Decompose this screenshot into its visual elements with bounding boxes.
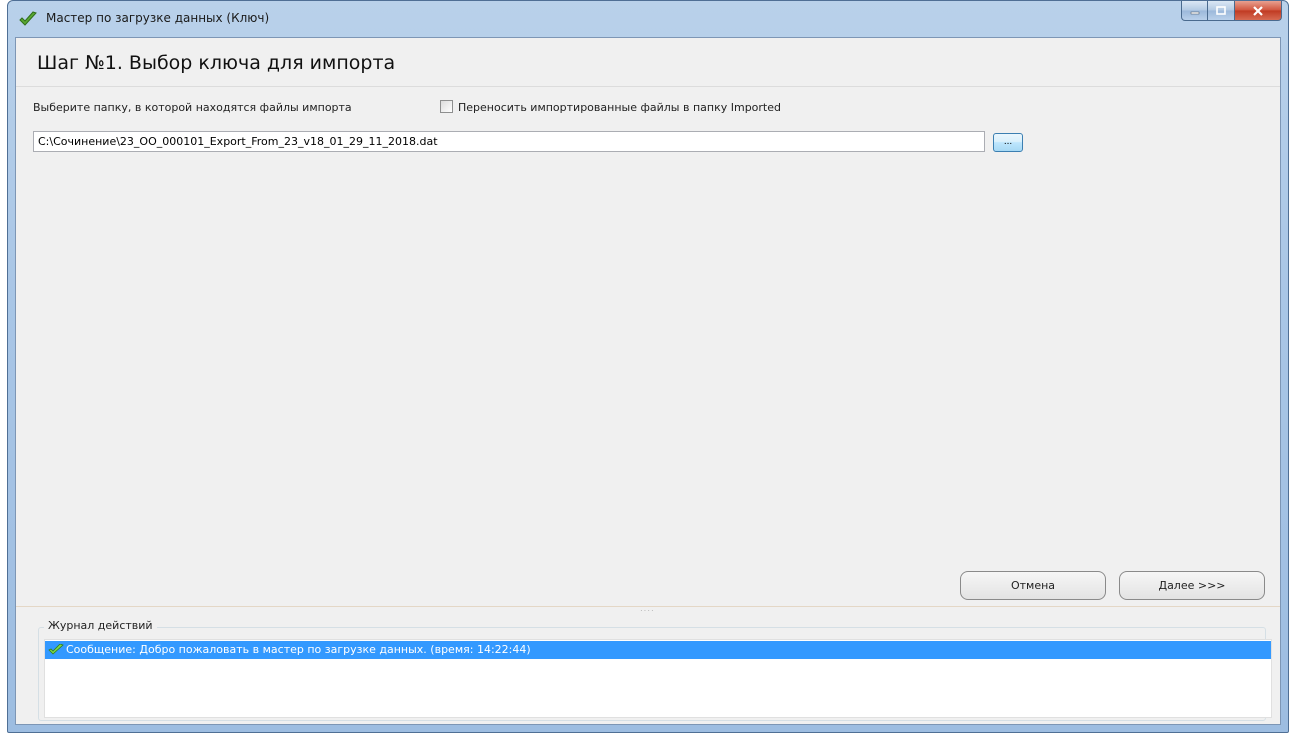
maximize-button[interactable] [1208, 1, 1235, 21]
log-list[interactable]: Сообщение: Добро пожаловать в мастер по … [44, 639, 1272, 718]
log-entry[interactable]: Сообщение: Добро пожаловать в мастер по … [45, 641, 1271, 659]
log-title: Журнал действий [44, 619, 157, 632]
window-controls [1181, 1, 1282, 21]
folder-label: Выберите папку, в которой находятся файл… [33, 101, 352, 114]
move-imported-checkbox-label[interactable]: Переносить импортированные файлы в папку… [458, 101, 781, 114]
wizard-client-area: Шаг №1. Выбор ключа для импорта Выберите… [15, 37, 1281, 725]
log-entry-text: Сообщение: Добро пожаловать в мастер по … [66, 643, 531, 656]
close-button[interactable] [1235, 1, 1282, 21]
checkmark-icon [48, 644, 64, 655]
panel-splitter[interactable]: ···· [16, 606, 1280, 615]
import-path-field[interactable]: C:\Сочинение\23_OO_000101_Export_From_23… [33, 131, 985, 152]
browse-button[interactable]: ... [993, 133, 1023, 152]
next-button[interactable]: Далее >>> [1119, 571, 1265, 600]
splitter-grip-icon: ···· [640, 606, 655, 615]
window-title: Мастер по загрузке данных (Ключ) [46, 11, 270, 25]
step-header: Шаг №1. Выбор ключа для импорта [16, 38, 1280, 87]
cancel-button[interactable]: Отмена [960, 571, 1106, 600]
title-bar[interactable]: Мастер по загрузке данных (Ключ) [8, 1, 1288, 37]
close-icon [1253, 5, 1263, 16]
maximize-icon [1216, 6, 1226, 15]
wizard-window: Мастер по загрузке данных (Ключ) Шаг №1.… [7, 0, 1289, 733]
minimize-icon [1190, 11, 1199, 14]
page-title: Шаг №1. Выбор ключа для импорта [37, 52, 396, 74]
minimize-button[interactable] [1181, 1, 1208, 21]
checkmark-icon [19, 11, 37, 26]
move-imported-checkbox[interactable] [440, 100, 453, 113]
